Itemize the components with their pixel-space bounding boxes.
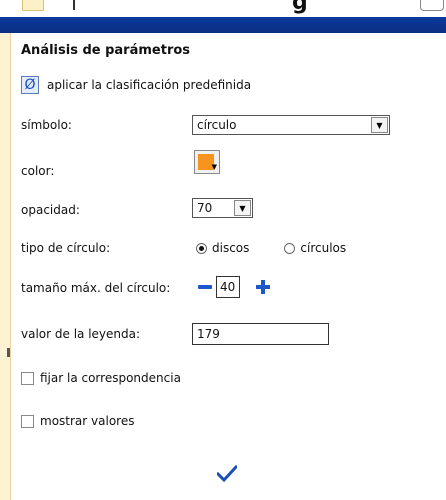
radio-discos-indicator[interactable] <box>196 242 207 254</box>
fix-mapping-row[interactable]: fijar la correspondencia <box>21 366 181 390</box>
symbol-row: símbolo: <box>21 113 72 137</box>
color-picker-button[interactable]: ▼ <box>194 150 220 174</box>
legend-value-row: valor de la leyenda: <box>21 322 140 346</box>
left-frame-border <box>0 33 11 500</box>
chevron-down-icon[interactable]: ▼ <box>234 200 251 216</box>
symbol-select[interactable]: círculo ▼ <box>192 115 390 135</box>
radio-circulos[interactable]: círculos <box>284 241 346 255</box>
chevron-down-icon[interactable]: ▼ <box>371 117 388 133</box>
predefined-classification-label[interactable]: aplicar la clasificación predefinida <box>47 78 251 92</box>
checkmark-icon[interactable] <box>217 465 237 483</box>
empty-set-icon[interactable]: Ø <box>21 76 39 94</box>
dialog-title-bar[interactable] <box>0 17 446 33</box>
max-size-label: tamaño máx. del círculo: <box>21 281 171 295</box>
background-fragment-box <box>22 0 44 11</box>
radio-discos[interactable]: discos <box>196 241 249 255</box>
max-size-row: tamaño máx. del círculo: <box>21 276 170 300</box>
opacity-select[interactable]: 70 ▼ <box>192 198 253 218</box>
minus-icon[interactable] <box>196 278 214 296</box>
plus-icon[interactable] <box>254 278 272 296</box>
left-frame-marker <box>7 348 10 357</box>
legend-value-input[interactable]: 179 <box>192 323 329 345</box>
circle-type-label: tipo de círculo: <box>21 241 111 255</box>
chevron-down-icon: ▼ <box>211 163 217 171</box>
opacity-select-value: 70 <box>197 201 213 215</box>
max-size-input[interactable]: 40 <box>216 276 240 298</box>
radio-discos-label[interactable]: discos <box>212 241 249 255</box>
predefined-classification-row[interactable]: Ø aplicar la clasificación predefinida <box>21 73 251 97</box>
show-values-row[interactable]: mostrar valores <box>21 409 134 433</box>
ok-button[interactable] <box>216 463 238 485</box>
color-row: color: <box>21 159 54 183</box>
background-fragment-line <box>73 0 75 10</box>
background-icon-fragment <box>420 0 444 11</box>
symbol-select-value: círculo <box>197 118 237 132</box>
background-window-strip: g <box>0 0 446 18</box>
radio-circulos-label[interactable]: círculos <box>300 241 346 255</box>
background-title-fragment: g <box>292 0 308 15</box>
fix-mapping-label[interactable]: fijar la correspondencia <box>40 371 181 385</box>
opacity-label: opacidad: <box>21 203 80 217</box>
legend-value-label: valor de la leyenda: <box>21 327 141 341</box>
parameter-analysis-panel: Análisis de parámetros Ø aplicar la clas… <box>11 33 446 500</box>
symbol-label: símbolo: <box>21 118 72 132</box>
circle-type-options: discos círculos <box>196 236 346 260</box>
radio-circulos-indicator[interactable] <box>284 242 296 254</box>
circle-type-row: tipo de círculo: <box>21 236 110 260</box>
color-label: color: <box>21 164 55 178</box>
opacity-row: opacidad: <box>21 198 80 222</box>
show-values-checkbox[interactable] <box>21 414 34 428</box>
fix-mapping-checkbox[interactable] <box>21 371 34 385</box>
show-values-label[interactable]: mostrar valores <box>40 414 134 428</box>
panel-title: Análisis de parámetros <box>21 43 191 58</box>
max-size-stepper: 40 <box>196 275 272 299</box>
